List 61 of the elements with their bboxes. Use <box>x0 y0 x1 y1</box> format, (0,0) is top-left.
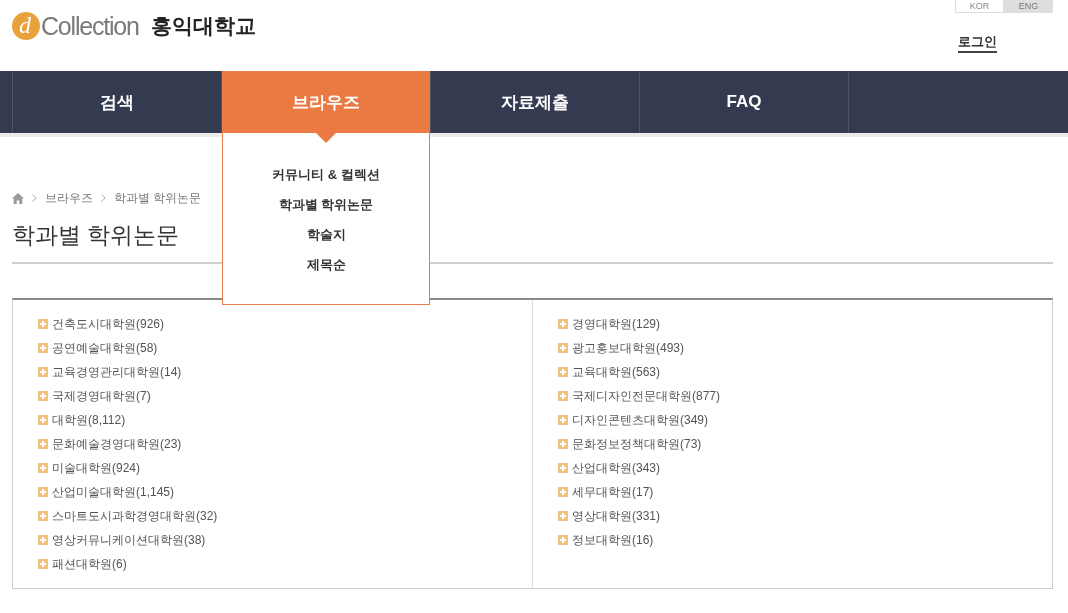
dropdown-item[interactable]: 학술지 <box>306 220 346 250</box>
department-link[interactable]: 교육대학원(563) <box>572 363 660 381</box>
department-link[interactable]: 교육경영관리대학원(14) <box>52 363 182 381</box>
plus-icon[interactable] <box>38 511 48 521</box>
plus-icon[interactable] <box>558 391 568 401</box>
dropdown-item[interactable]: 제목순 <box>306 250 346 280</box>
logo-text: Collection <box>41 11 139 41</box>
department-link[interactable]: 국제디자인전문대학원(877) <box>572 387 720 405</box>
plus-icon[interactable] <box>38 343 48 353</box>
breadcrumb-link[interactable]: 브라우즈 <box>45 189 93 207</box>
plus-icon[interactable] <box>38 319 48 329</box>
dropdown-item[interactable]: 학과별 학위논문 <box>278 190 374 220</box>
home-icon[interactable] <box>12 192 24 204</box>
plus-icon[interactable] <box>38 391 48 401</box>
department-link[interactable]: 산업미술대학원(1,145) <box>52 483 175 501</box>
chevron-icon <box>32 194 37 202</box>
department-link[interactable]: 디자인콘텐츠대학원(349) <box>572 411 708 429</box>
nav-tab[interactable]: 검색 <box>13 71 221 133</box>
plus-icon[interactable] <box>558 487 568 497</box>
plus-icon[interactable] <box>38 415 48 425</box>
language-toggle[interactable]: KOR <box>955 0 1004 13</box>
plus-icon[interactable] <box>38 559 48 569</box>
breadcrumb-link[interactable]: 학과별 학위논문 <box>114 189 202 207</box>
department-link[interactable]: 광고홍보대학원(493) <box>572 339 684 357</box>
plus-icon[interactable] <box>558 463 568 473</box>
department-link[interactable]: 패션대학원(6) <box>52 555 127 573</box>
department-link[interactable]: 영상커뮤니케이션대학원(38) <box>52 531 206 549</box>
dropdown-item[interactable]: 커뮤니티 & 컬렉션 <box>272 160 380 190</box>
logo-mark: d <box>12 12 40 40</box>
plus-icon[interactable] <box>38 463 48 473</box>
language-toggle[interactable]: ENG <box>1004 0 1053 13</box>
plus-icon[interactable] <box>38 439 48 449</box>
department-link[interactable]: 대학원(8,112) <box>52 411 126 429</box>
department-link[interactable]: 문화정보정책대학원(73) <box>572 435 702 453</box>
department-link[interactable]: 영상대학원(331) <box>572 507 660 525</box>
chevron-icon <box>101 194 106 202</box>
department-link[interactable]: 미술대학원(924) <box>52 459 140 477</box>
plus-icon[interactable] <box>558 511 568 521</box>
plus-icon[interactable] <box>558 343 568 353</box>
nav-tab[interactable]: FAQ <box>640 71 848 133</box>
nav-tab[interactable]: 자료제출 <box>431 71 639 133</box>
plus-icon[interactable] <box>558 367 568 377</box>
department-link[interactable]: 스마트도시과학경영대학원(32) <box>52 507 218 525</box>
page-title: 학과별 학위논문 <box>12 221 180 250</box>
plus-icon[interactable] <box>558 415 568 425</box>
department-link[interactable]: 공연예술대학원(58) <box>52 339 158 357</box>
department-link[interactable]: 세무대학원(17) <box>572 483 654 501</box>
department-link[interactable]: 경영대학원(129) <box>572 315 660 333</box>
plus-icon[interactable] <box>38 535 48 545</box>
department-link[interactable]: 문화예술경영대학원(23) <box>52 435 182 453</box>
department-link[interactable]: 산업대학원(343) <box>572 459 660 477</box>
plus-icon[interactable] <box>558 319 568 329</box>
plus-icon[interactable] <box>558 535 568 545</box>
plus-icon[interactable] <box>38 367 48 377</box>
department-link[interactable]: 국제경영대학원(7) <box>52 387 151 405</box>
department-link[interactable]: 정보대학원(16) <box>572 531 654 549</box>
department-link[interactable]: 건축도시대학원(926) <box>52 315 164 333</box>
login-link[interactable]: 로그인 <box>958 34 997 53</box>
plus-icon[interactable] <box>38 487 48 497</box>
university-name: 홍익대학교 <box>150 13 256 39</box>
plus-icon[interactable] <box>558 439 568 449</box>
